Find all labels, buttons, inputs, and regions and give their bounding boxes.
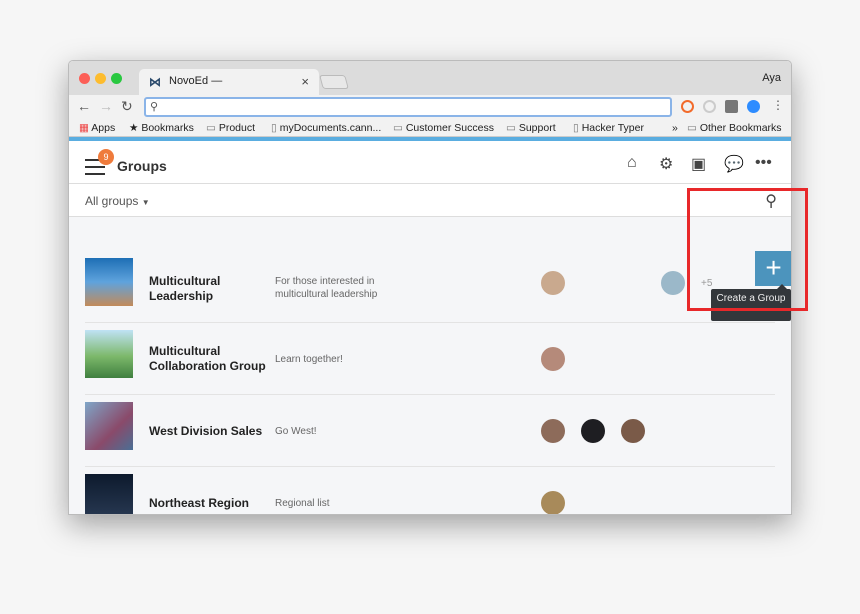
novoed-logo-icon: ⋈ [149, 75, 161, 89]
app-header: 9 Groups ⌂ ⚙ ▣ 💬 ••• [69, 141, 791, 184]
avatar[interactable] [541, 347, 565, 371]
bookmark-apps[interactable]: ▦ Apps [79, 122, 115, 134]
page-title: Groups [117, 158, 167, 174]
title-bar: ⋈ NovoEd — × Aya [69, 61, 791, 95]
search-icon: ⚲ [150, 101, 159, 113]
browser-window: ⋈ NovoEd — × Aya ← → ↻ ⚲ ⋮ ▦ Apps ★ Book… [68, 60, 792, 515]
home-icon[interactable]: ⌂ [627, 154, 637, 172]
close-window-button[interactable] [79, 73, 90, 84]
group-description: Go West! [275, 426, 317, 437]
bookmark-support[interactable]: ▭ Support [506, 122, 556, 134]
more-bookmarks-chevron[interactable]: » [672, 122, 678, 134]
group-thumbnail [85, 402, 133, 450]
group-description: For those interested in multicultural le… [275, 276, 378, 300]
back-icon[interactable]: ← [77, 98, 91, 114]
bookmark-other[interactable]: ▭ Other Bookmarks [687, 122, 782, 134]
avatar[interactable] [541, 271, 565, 295]
group-thumbnail [85, 474, 133, 514]
zoom-extension-icon[interactable] [747, 100, 760, 113]
reload-icon[interactable]: ↻ [121, 98, 133, 115]
profile-card-icon[interactable]: ▣ [691, 154, 706, 174]
list-item[interactable]: Multicultural Leadership For those inter… [85, 251, 775, 323]
group-name[interactable]: Multicultural Leadership [149, 274, 274, 304]
bookmark-hacker-typer[interactable]: ▯ Hacker Typer [573, 122, 644, 134]
close-tab-icon[interactable]: × [301, 74, 309, 89]
bookmark-mydocuments[interactable]: ▯ myDocuments.cann... [271, 122, 381, 134]
list-item[interactable]: Northeast Region Regional list [85, 467, 775, 514]
avatar[interactable] [621, 419, 645, 443]
extension-icon[interactable] [681, 100, 694, 113]
app-content: 9 Groups ⌂ ⚙ ▣ 💬 ••• All groups ▼ ⚲ + Cr… [69, 141, 791, 514]
group-name[interactable]: Northeast Region [149, 496, 274, 511]
group-description: Regional list [275, 498, 330, 509]
avatar[interactable] [661, 271, 685, 295]
forward-icon[interactable]: → [99, 98, 113, 114]
gear-icon[interactable]: ⚙ [659, 154, 673, 174]
highlight-annotation-box [687, 188, 808, 311]
hubspot-extension-icon[interactable] [725, 100, 738, 113]
bookmark-customer-success[interactable]: ▭ Customer Success [393, 122, 494, 134]
avatar[interactable] [541, 491, 565, 514]
group-filter-dropdown[interactable]: All groups ▼ [85, 194, 150, 208]
minimize-window-button[interactable] [95, 73, 106, 84]
avatar[interactable] [581, 419, 605, 443]
group-description: Learn together! [275, 354, 343, 365]
new-tab-button[interactable] [319, 75, 349, 89]
browser-toolbar: ← → ↻ ⚲ ⋮ [69, 95, 791, 119]
list-item[interactable]: Multicultural Collaboration Group Learn … [85, 323, 775, 395]
group-name[interactable]: Multicultural Collaboration Group [149, 344, 274, 374]
filter-bar: All groups ▼ ⚲ [69, 184, 791, 217]
extension-icon[interactable] [703, 100, 716, 113]
tab-title: NovoEd — [169, 75, 223, 87]
groups-list: + Create a Group Multicultural Leadershi… [69, 217, 791, 514]
messages-icon[interactable]: 💬 [724, 154, 744, 174]
address-bar[interactable]: ⚲ [144, 97, 672, 117]
notification-badge: 9 [98, 149, 114, 165]
group-name[interactable]: West Division Sales [149, 424, 274, 439]
more-icon[interactable]: ••• [755, 154, 772, 172]
menu-icon[interactable]: ⋮ [772, 98, 784, 112]
bookmark-product[interactable]: ▭ Product [206, 122, 255, 134]
group-thumbnail [85, 330, 133, 378]
browser-tab[interactable]: ⋈ NovoEd — × [139, 69, 319, 95]
maximize-window-button[interactable] [111, 73, 122, 84]
chevron-down-icon: ▼ [141, 198, 150, 207]
avatar[interactable] [541, 419, 565, 443]
list-item[interactable]: West Division Sales Go West! [85, 395, 775, 467]
group-thumbnail [85, 258, 133, 306]
bookmark-bookmarks[interactable]: ★ Bookmarks [129, 122, 194, 134]
bookmarks-bar: ▦ Apps ★ Bookmarks ▭ Product ▯ myDocumen… [69, 119, 791, 137]
profile-name[interactable]: Aya [762, 72, 781, 84]
